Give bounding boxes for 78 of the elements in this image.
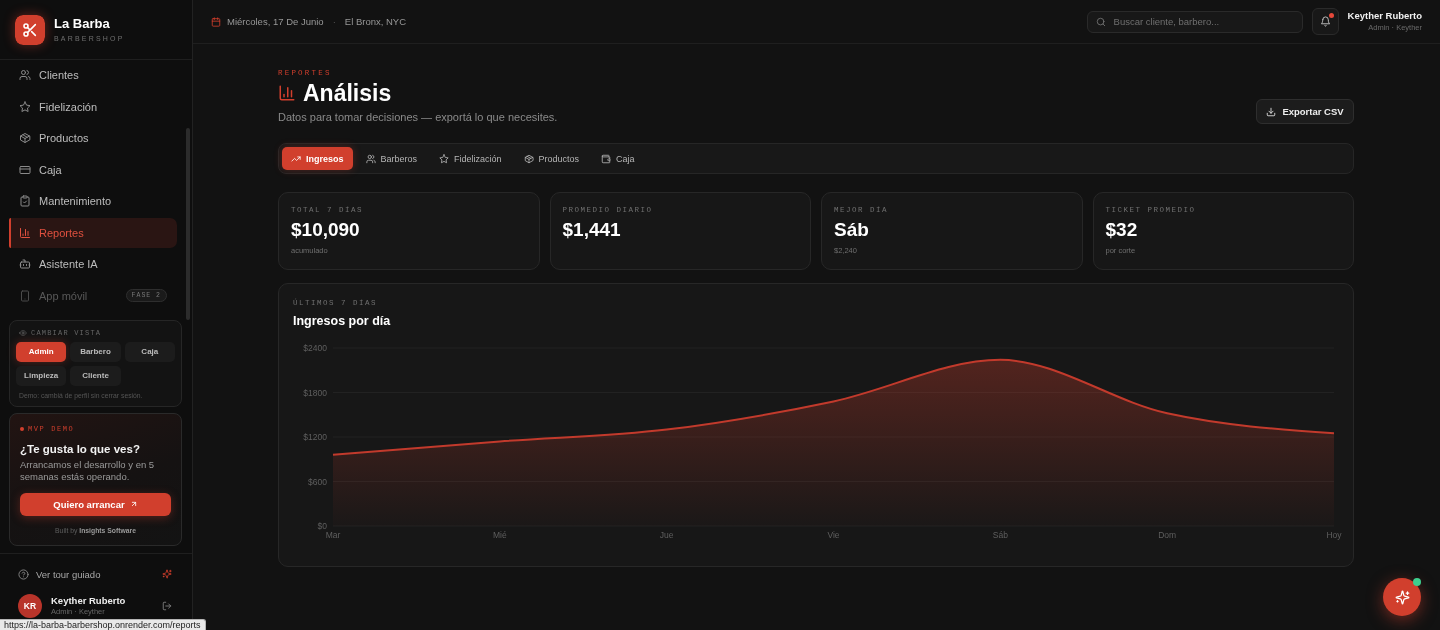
date-text: Miércoles, 17 De Junio (227, 16, 324, 27)
star-icon (19, 100, 31, 113)
logout-icon[interactable] (162, 601, 172, 611)
scissors-logo-icon (15, 14, 45, 45)
trend-icon (291, 153, 301, 164)
view-option-button[interactable]: Cliente (70, 365, 121, 386)
nav-item[interactable]: Fidelización (9, 91, 177, 122)
nav-item[interactable]: Productos (9, 123, 177, 153)
x-axis-label: Hoy (1326, 530, 1342, 540)
tab[interactable]: Caja (592, 147, 644, 170)
download-icon (1266, 106, 1277, 117)
tour-link[interactable]: Ver tour guiado (18, 568, 101, 580)
y-axis-label: $0 (317, 521, 327, 531)
user-name: Keyther Ruberto (1347, 10, 1422, 22)
search-field[interactable]: Buscar cliente, barbero... (1086, 10, 1303, 33)
nav-item[interactable]: Reportes (9, 217, 177, 248)
user-name: Keyther Ruberto (51, 595, 126, 607)
promo-text: Arrancamos el desarrollo y en 5 semanas estás operando. (20, 458, 156, 483)
stat-value: $1,441 (562, 219, 621, 241)
card-icon (19, 163, 31, 176)
user-avatar: KR (18, 594, 42, 618)
view-option-button[interactable]: Admin (16, 341, 67, 362)
view-option-button[interactable]: Barbero (70, 341, 121, 362)
y-axis-label: $2400 (303, 343, 327, 353)
page-subtitle: Datos para tomar decisiones — exportá lo que necesites. (278, 110, 558, 124)
dot-icon (20, 426, 24, 431)
phone-icon (19, 289, 31, 302)
x-axis-label: Vie (827, 530, 840, 540)
x-axis-label: Mié (493, 530, 507, 540)
stat-value: $10,090 (291, 219, 360, 241)
calendar-icon (211, 16, 221, 27)
users-icon (19, 69, 31, 81)
y-axis-label: $1800 (303, 387, 327, 398)
notifications-button[interactable] (1311, 8, 1339, 35)
search-icon (1095, 16, 1106, 27)
bar-chart-icon (278, 84, 296, 102)
bar-chart-icon (19, 226, 31, 239)
export-csv-button[interactable]: Exportar CSV (1256, 99, 1354, 124)
x-axis-label: Mar (325, 530, 341, 540)
eye-icon (19, 328, 27, 337)
tab[interactable]: Barberos (356, 147, 427, 170)
star-icon (439, 153, 450, 164)
y-axis-label: $1200 (303, 432, 327, 442)
promo-title: ¿Te gusta lo que ves? (20, 441, 141, 456)
clipboard-icon (19, 195, 31, 207)
nav-item[interactable]: Clientes (9, 60, 177, 90)
help-icon (18, 568, 29, 580)
y-axis-label: $600 (308, 476, 327, 487)
location-text: El Bronx, NYC (344, 16, 407, 27)
nav-item[interactable]: Mantenimiento (9, 186, 177, 216)
brand-name: La Barba (54, 16, 110, 31)
users-icon (365, 153, 376, 164)
stat-value: Sáb (834, 219, 869, 241)
separator: · (332, 16, 336, 27)
page-title: Análisis (303, 80, 392, 106)
x-axis-label: Dom (1158, 530, 1177, 540)
stat-value: $32 (1105, 219, 1138, 241)
cta-button[interactable]: Quiero arrancar (20, 492, 171, 516)
tab[interactable]: Productos (514, 147, 589, 170)
sparkle-icon (1394, 589, 1410, 605)
x-axis-label: Jue (659, 530, 674, 540)
arrow-icon (129, 500, 138, 508)
tab[interactable]: Ingresos (282, 147, 353, 170)
x-axis-label: Sáb (992, 530, 1008, 540)
box-icon (523, 153, 534, 164)
chart-title: Ingresos por día (293, 313, 391, 329)
sparkle-icon (162, 569, 172, 579)
bell-icon (1319, 16, 1331, 27)
box-icon (19, 132, 31, 144)
assistant-button[interactable] (1383, 578, 1421, 616)
nav-item[interactable]: Caja (9, 154, 177, 185)
status-url: https://la-barba-barbershop.onrender.com/reports (0, 619, 206, 630)
nav-item[interactable]: Asistente IA (9, 249, 177, 279)
view-option-button[interactable]: Caja (124, 341, 175, 362)
robot-icon (19, 258, 31, 270)
tab[interactable]: Fidelización (430, 147, 511, 170)
wallet-icon (601, 153, 612, 164)
view-option-button[interactable]: Limpieza (16, 365, 67, 386)
